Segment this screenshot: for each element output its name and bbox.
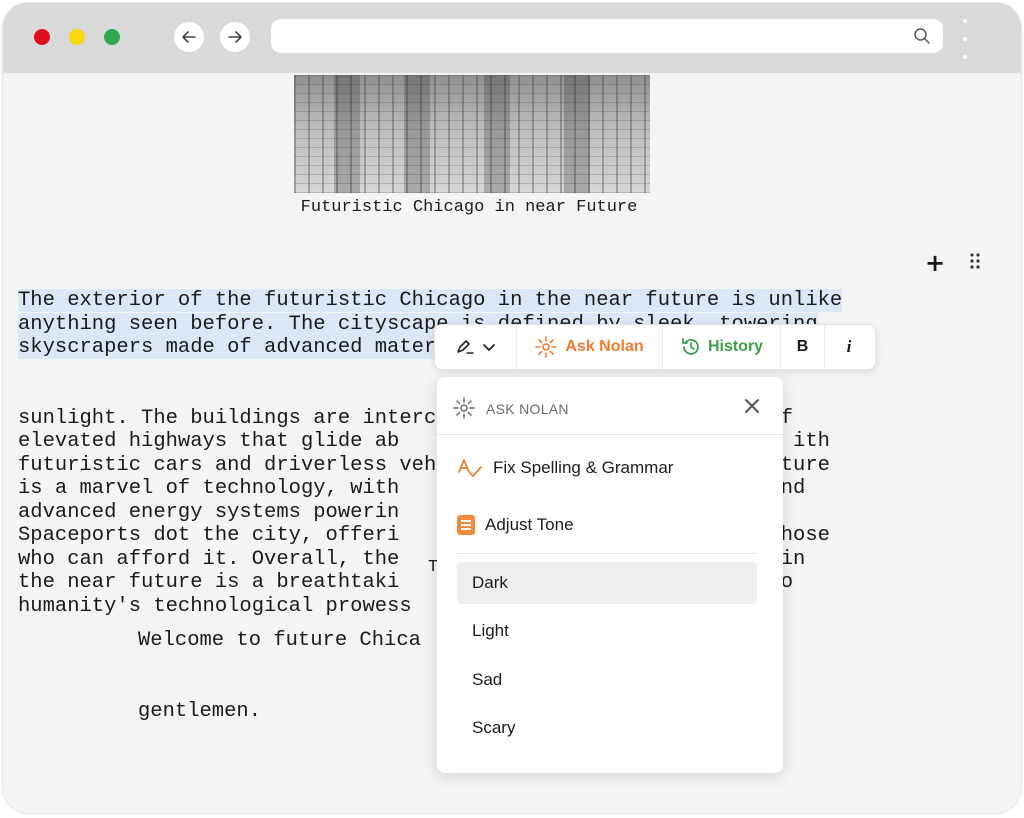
minimize-window-button[interactable] xyxy=(69,29,85,45)
menu-header: ASK NOLAN xyxy=(437,377,783,435)
search-icon[interactable] xyxy=(913,27,931,45)
ask-nolan-menu: ASK NOLAN Fix Spelling & Grammar Adjust … xyxy=(437,377,783,773)
maximize-window-button[interactable] xyxy=(104,29,120,45)
tone-option-dark[interactable]: Dark xyxy=(457,562,757,604)
address-bar[interactable] xyxy=(271,19,943,53)
dialogue-block[interactable]: Welcome to future Chica gentlemen. xyxy=(138,582,421,747)
fix-spelling-grammar-item[interactable]: Fix Spelling & Grammar xyxy=(457,457,673,479)
format-toolbar: Ask Nolan History B i xyxy=(434,324,876,370)
drag-handle-icon[interactable] xyxy=(968,252,982,270)
pen-icon xyxy=(456,340,474,354)
pen-style-dropdown[interactable] xyxy=(435,325,517,369)
tone-option-light[interactable]: Light xyxy=(457,610,757,652)
adjust-tone-label: Adjust Tone xyxy=(485,515,574,534)
arrow-right-icon xyxy=(228,31,242,43)
menu-divider xyxy=(457,553,757,554)
arrow-left-icon xyxy=(182,31,196,43)
selected-text-line[interactable]: The exterior of the futuristic Chicago i… xyxy=(18,289,843,312)
tone-option-sad[interactable]: Sad xyxy=(457,659,757,701)
sparkle-icon xyxy=(453,397,475,419)
browser-menu-icon[interactable] xyxy=(961,19,969,63)
sparkle-icon xyxy=(535,336,558,358)
chicago-illustration xyxy=(294,75,650,193)
document-icon xyxy=(457,515,475,535)
menu-title: ASK NOLAN xyxy=(486,401,569,417)
figure-caption: Futuristic Chicago in near Future xyxy=(300,198,638,217)
dialogue-line: gentlemen. xyxy=(138,699,262,723)
fix-spelling-label: Fix Spelling & Grammar xyxy=(493,458,674,477)
history-label: History xyxy=(707,338,764,355)
italic-button[interactable]: i xyxy=(825,325,873,369)
browser-toolbar xyxy=(3,3,1021,73)
tone-option-scary[interactable]: Scary xyxy=(457,707,757,749)
dialogue-line: Welcome to future Chica xyxy=(138,629,421,652)
back-button[interactable] xyxy=(174,22,204,52)
spellcheck-icon xyxy=(458,459,482,477)
close-window-button[interactable] xyxy=(34,29,50,45)
chevron-down-icon xyxy=(482,344,495,351)
bold-button[interactable]: B xyxy=(781,325,825,369)
close-icon[interactable] xyxy=(743,397,761,415)
history-icon xyxy=(682,338,699,355)
add-block-icon[interactable]: + xyxy=(925,249,945,277)
ask-nolan-label: Ask Nolan xyxy=(565,338,644,355)
adjust-tone-item[interactable]: Adjust Tone xyxy=(457,515,574,535)
history-button[interactable]: History xyxy=(663,325,781,369)
forward-button[interactable] xyxy=(220,22,250,52)
ask-nolan-button[interactable]: Ask Nolan xyxy=(517,325,663,369)
